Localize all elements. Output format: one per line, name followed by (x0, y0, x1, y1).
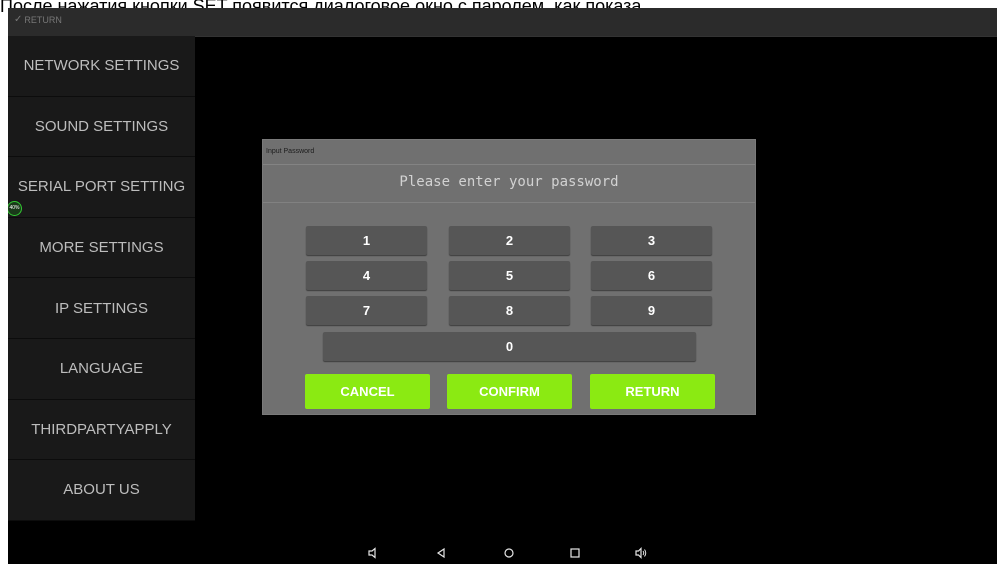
sidebar-item-label: LANGUAGE (59, 360, 144, 378)
sidebar-item-about-us[interactable]: ABOUT US (8, 460, 195, 521)
sidebar-item-language[interactable]: LANGUAGE (8, 339, 195, 400)
sidebar-item-label: SERIAL PORT SETTING (17, 178, 186, 196)
sidebar-item-serial-port-setting[interactable]: SERIAL PORT SETTING 40% (8, 157, 195, 218)
keypad-key-3[interactable]: 3 (591, 226, 712, 255)
keypad-key-6[interactable]: 6 (591, 261, 712, 290)
return-link[interactable]: ✓ RETURN (14, 14, 62, 26)
progress-badge: 40% (8, 200, 22, 216)
keypad-key-9[interactable]: 9 (591, 296, 712, 325)
password-dialog: Input Password Please enter your passwor… (262, 139, 756, 415)
sidebar-item-label: THIRDPARTYAPPLY (31, 420, 172, 438)
top-bar: ✓ RETURN (8, 8, 997, 37)
keypad-key-1[interactable]: 1 (306, 226, 427, 255)
password-prompt[interactable]: Please enter your password (263, 174, 755, 190)
sidebar-item-label: IP SETTINGS (54, 299, 149, 317)
system-nav-bar (8, 546, 997, 564)
sidebar-item-thirdpartyapply[interactable]: THIRDPARTYAPPLY (8, 400, 195, 461)
sidebar-item-network-settings[interactable]: NETWORK SETTINGS (8, 36, 195, 97)
keypad-key-4[interactable]: 4 (306, 261, 427, 290)
divider (263, 164, 755, 165)
keypad-key-0[interactable]: 0 (323, 332, 696, 361)
sidebar-item-more-settings[interactable]: MORE SETTINGS (8, 218, 195, 279)
keypad-key-8[interactable]: 8 (449, 296, 570, 325)
cancel-button[interactable]: CANCEL (305, 374, 430, 409)
sidebar-item-label: MORE SETTINGS (39, 239, 164, 257)
sidebar-item-label: NETWORK SETTINGS (23, 57, 180, 75)
sidebar-item-sound-settings[interactable]: SOUND SETTINGS (8, 97, 195, 158)
settings-sidebar: NETWORK SETTINGS SOUND SETTINGS SERIAL P… (8, 36, 195, 521)
back-icon[interactable] (434, 547, 448, 561)
volume-down-icon[interactable] (366, 547, 380, 561)
volume-up-icon[interactable] (634, 547, 648, 561)
sidebar-item-label: ABOUT US (63, 481, 140, 499)
divider (263, 202, 755, 203)
keypad-key-2[interactable]: 2 (449, 226, 570, 255)
keypad-key-5[interactable]: 5 (449, 261, 570, 290)
return-button[interactable]: RETURN (590, 374, 715, 409)
return-label: RETURN (24, 15, 62, 25)
keypad-key-7[interactable]: 7 (306, 296, 427, 325)
sidebar-item-ip-settings[interactable]: IP SETTINGS (8, 278, 195, 339)
dialog-title: Input Password (266, 148, 315, 155)
recents-icon[interactable] (568, 547, 582, 561)
home-icon[interactable] (502, 547, 516, 561)
confirm-button[interactable]: CONFIRM (447, 374, 572, 409)
device-screen: ✓ RETURN NETWORK SETTINGS SOUND SETTINGS… (8, 8, 997, 564)
check-icon: ✓ (14, 14, 23, 25)
sidebar-item-label: SOUND SETTINGS (34, 117, 169, 135)
